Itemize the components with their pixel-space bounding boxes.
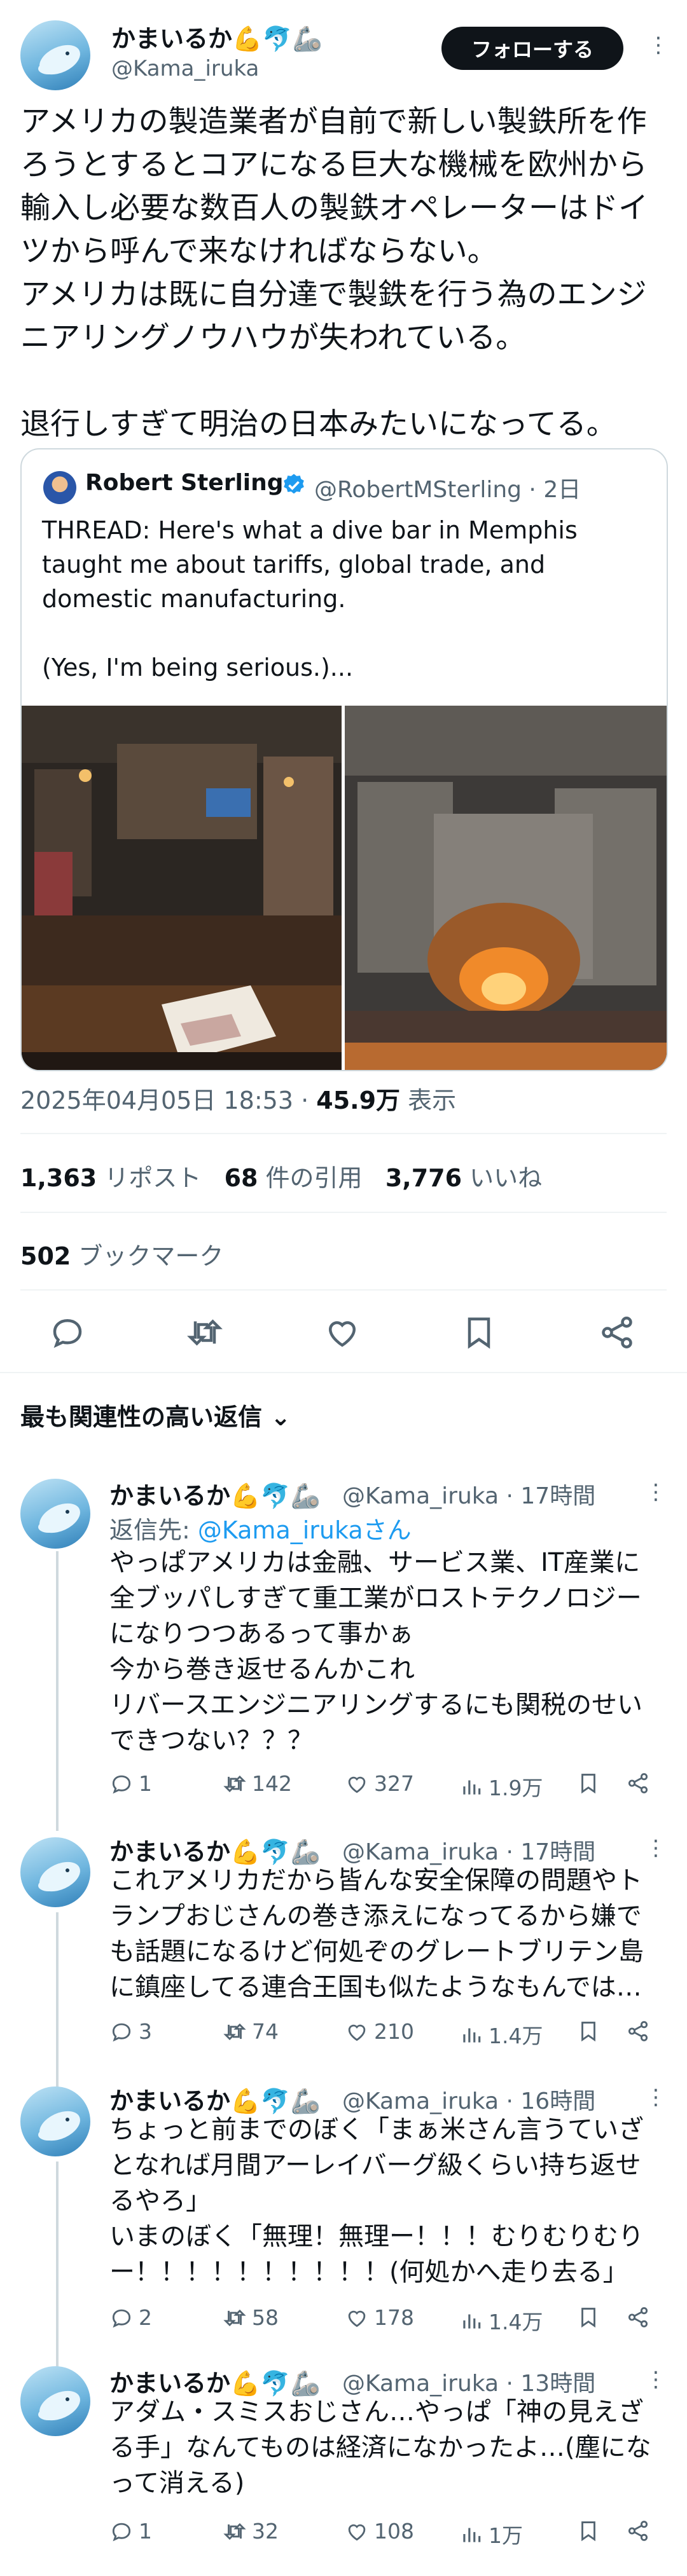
reply-avatar[interactable] — [20, 1479, 90, 1549]
reply-icon — [112, 1775, 131, 1793]
quote-text: THREAD: Here's what a dive bar in Memphi… — [42, 516, 578, 682]
divider — [20, 1289, 667, 1291]
bookmark-icon[interactable] — [460, 1313, 498, 1352]
reply-handle[interactable]: @Kama_iruka · 13時間 — [342, 2365, 595, 2398]
reply-icon — [112, 2309, 131, 2327]
like-icon — [348, 1776, 366, 1793]
tweet-page: かまいるか💪🐬🦾 @Kama_iruka フォローする ⋮ アメリカの製造業者が… — [0, 0, 687, 2576]
reply-count[interactable]: 1 — [109, 1771, 152, 1796]
more-options-icon[interactable]: ⋮ — [648, 34, 669, 56]
divider — [0, 1372, 687, 1373]
share-icon[interactable] — [626, 2519, 655, 2543]
thread-line — [56, 2162, 59, 2371]
repost-icon — [223, 2309, 246, 2326]
reply-handle[interactable]: @Kama_iruka · 16時間 — [342, 2083, 595, 2116]
reply-text: アダム・スミスおじさん…やっぱ「神の見えざ る手」なんてものは経済になかったよ…… — [109, 2397, 651, 2498]
share-icon[interactable] — [626, 1771, 655, 1795]
author-avatar[interactable] — [20, 20, 90, 90]
quotes-count[interactable]: 68 — [225, 1164, 258, 1192]
reply-count[interactable]: 3 — [109, 2019, 152, 2044]
more-options-icon[interactable]: ⋮ — [645, 2369, 667, 2390]
tweet-text: アメリカの製造業者が自前で新しい製鉄所を作ろうとするとコアになる巨大な機械を欧州… — [20, 104, 648, 442]
like-count[interactable]: 210 — [345, 2019, 414, 2044]
reply-icon[interactable] — [48, 1313, 87, 1352]
like-count[interactable]: 108 — [345, 2519, 414, 2544]
like-count[interactable]: 327 — [345, 1771, 414, 1796]
thread-line — [56, 1912, 59, 2097]
reply-handle[interactable]: @Kama_iruka · 17時間 — [342, 1477, 595, 1511]
reply-to-line: 返信先: @Kama_irukaさん — [109, 1516, 412, 1544]
reply-author-name[interactable]: かまいるか💪🐬🦾 — [109, 1476, 321, 1511]
more-options-icon[interactable]: ⋮ — [645, 1481, 667, 1503]
views-icon — [463, 2528, 481, 2542]
divider — [20, 1133, 667, 1134]
view-count[interactable]: 1.9万 — [459, 1771, 543, 1802]
reply-count[interactable]: 2 — [109, 2305, 152, 2330]
quote-author-name: Robert Sterling — [85, 470, 284, 496]
author-name[interactable]: かまいるか💪🐬🦾 — [111, 19, 323, 54]
views-icon — [463, 1780, 481, 1795]
bar-photo-image[interactable] — [22, 706, 342, 1070]
author-handle[interactable]: @Kama_iruka — [111, 56, 259, 81]
quoted-tweet[interactable]: Robert Sterling @RobertMSterling · 2日 TH… — [20, 448, 668, 1071]
repost-icon — [223, 2023, 246, 2040]
share-icon[interactable] — [626, 2019, 655, 2043]
bookmark-icon[interactable] — [576, 2305, 606, 2329]
bookmark-icon[interactable] — [576, 2519, 606, 2543]
view-count[interactable]: 1.4万 — [459, 2305, 543, 2336]
repost-icon[interactable] — [186, 1313, 224, 1352]
reply-author-name[interactable]: かまいるか💪🐬🦾 — [109, 2364, 321, 2399]
reply-icon — [112, 2523, 131, 2541]
steel-furnace-image[interactable] — [345, 706, 667, 1070]
reply-handle[interactable]: @Kama_iruka · 17時間 — [342, 1833, 595, 1867]
more-options-icon[interactable]: ⋮ — [645, 2086, 667, 2108]
reply-avatar[interactable] — [20, 2086, 90, 2156]
reply-text: これアメリカだから皆んな安全保障の問題やト ランプおじさんの巻き添えになってるか… — [109, 1866, 644, 2002]
reply-avatar[interactable] — [20, 2366, 90, 2436]
reply-text: やっぱアメリカは金融、サービス業、IT産業に 全ブッパしすぎて重工業がロストテク… — [109, 1548, 642, 1755]
view-count[interactable]: 1万 — [459, 2519, 523, 2549]
quote-handle: @RobertMSterling · 2日 — [314, 477, 581, 503]
likes-count[interactable]: 3,776 — [385, 1164, 462, 1192]
views-icon — [463, 2314, 481, 2329]
verified-badge-icon — [284, 474, 304, 494]
repost-count[interactable]: 58 — [223, 2305, 279, 2330]
engagement-stats: 1,363 リポスト 68 件の引用 3,776 いいね — [20, 1164, 543, 1192]
repost-count[interactable]: 142 — [223, 1771, 292, 1796]
reply-sort-dropdown[interactable]: 最も関連性の高い返信 ⌄ — [20, 1397, 291, 1432]
repost-count[interactable]: 74 — [223, 2019, 279, 2044]
tweet-timestamp[interactable]: 2025年04月05日 18:53 · 45.9万 表示 — [20, 1081, 456, 1116]
divider — [20, 1212, 667, 1213]
repost-icon — [223, 2523, 246, 2540]
reply-author-name[interactable]: かまいるか💪🐬🦾 — [109, 1832, 321, 1867]
reply-icon — [112, 2023, 131, 2041]
repost-count[interactable]: 32 — [223, 2519, 279, 2544]
views-icon — [463, 2028, 481, 2043]
reply-avatar[interactable] — [20, 1837, 90, 1907]
bookmark-icon[interactable] — [576, 2019, 606, 2043]
bookmarks-count[interactable]: 502 ブックマーク — [20, 1237, 223, 1271]
reply-to-link[interactable]: @Kama_irukaさん — [198, 1516, 412, 1544]
like-count[interactable]: 178 — [345, 2305, 414, 2330]
like-icon — [348, 2310, 366, 2327]
like-icon — [348, 2024, 366, 2041]
quote-avatar — [43, 471, 76, 504]
reply-author-name[interactable]: かまいるか💪🐬🦾 — [109, 2081, 321, 2116]
like-icon — [348, 2524, 366, 2540]
repost-icon — [223, 1775, 246, 1792]
reply-text: ちょっと前までのぼく「まぁ米さん言うていざ となれば月間アーレイバーグ級くらい持… — [109, 2115, 644, 2287]
more-options-icon[interactable]: ⋮ — [645, 1837, 667, 1859]
like-icon[interactable] — [323, 1313, 361, 1352]
reply-count[interactable]: 1 — [109, 2519, 152, 2544]
view-count[interactable]: 1.4万 — [459, 2019, 543, 2050]
share-icon[interactable] — [598, 1313, 636, 1352]
reposts-count[interactable]: 1,363 — [20, 1164, 97, 1192]
follow-button[interactable]: フォローする — [441, 27, 623, 70]
share-icon[interactable] — [626, 2305, 655, 2329]
bookmark-icon[interactable] — [576, 1771, 606, 1795]
thread-line — [56, 1551, 59, 1831]
